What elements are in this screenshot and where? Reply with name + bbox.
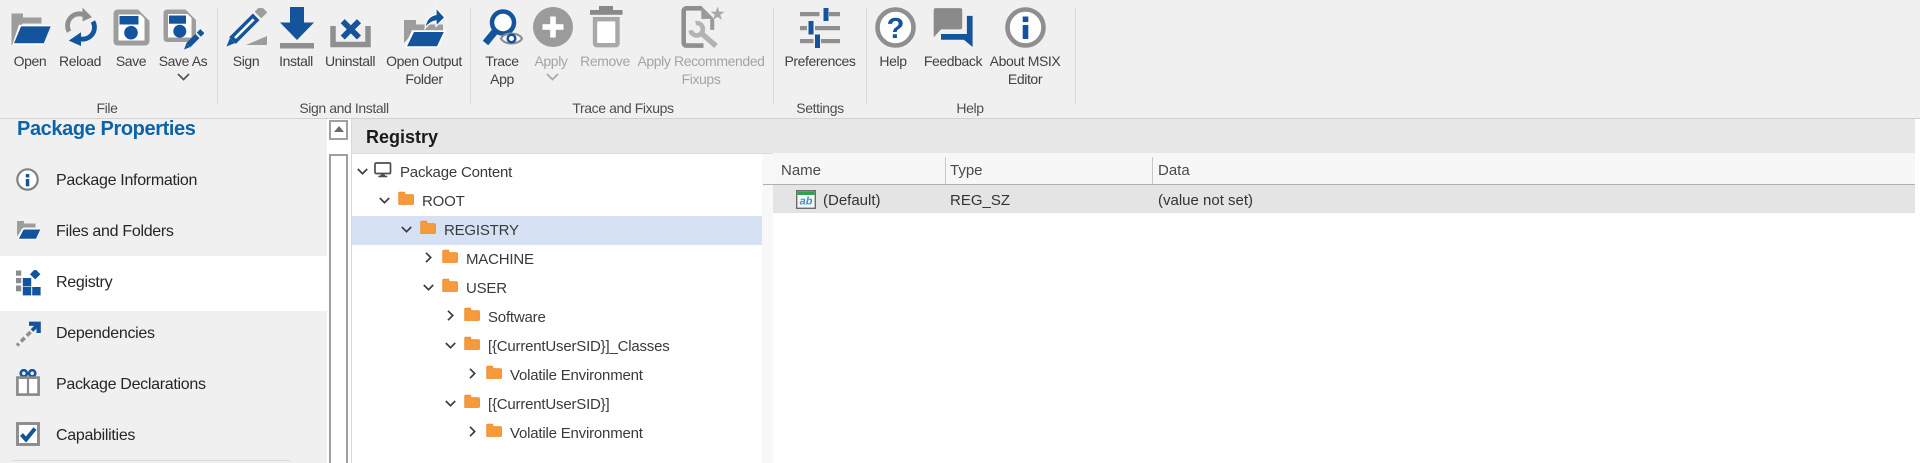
svg-text:?: ? <box>887 13 905 45</box>
svg-text:ab: ab <box>800 195 813 207</box>
